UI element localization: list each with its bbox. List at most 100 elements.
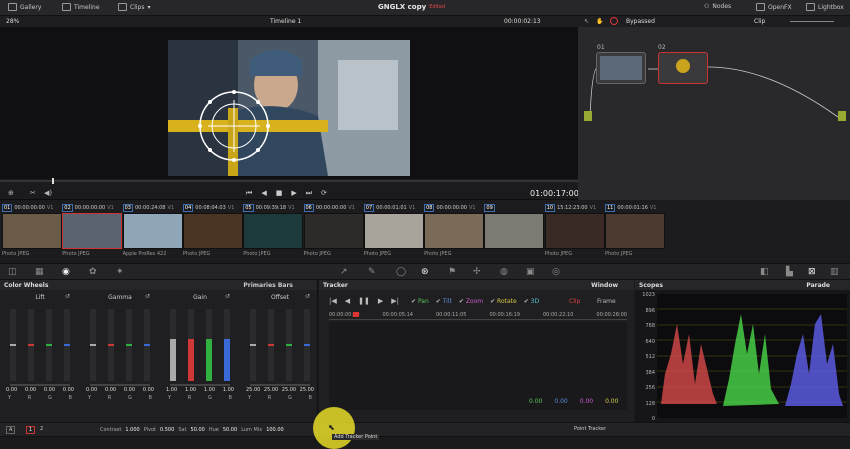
tracker-playhead[interactable] [353, 312, 359, 317]
frame-toggle[interactable]: Frame [597, 298, 616, 305]
nodes-button[interactable]: ⚇ Nodes [704, 3, 731, 10]
speaker-icon[interactable]: ◀) [44, 189, 52, 197]
wheel-offset[interactable]: Offset ↺ 25.00 25.00 25.00 25.00 Y R G B [242, 293, 318, 414]
track-forward-icon[interactable]: ▶ [378, 297, 383, 305]
go-to-end-icon[interactable]: ⏭ [306, 189, 312, 198]
input-node[interactable] [584, 111, 592, 121]
master-slider[interactable] [10, 384, 70, 386]
output-node[interactable] [838, 111, 846, 121]
track-reverse-frame-icon[interactable]: |◀ [329, 297, 337, 305]
scrubber[interactable] [0, 180, 578, 182]
lum-mix-value[interactable]: 100.00 [266, 427, 284, 433]
rotate-checkbox[interactable]: ✔ Rotate [490, 298, 517, 305]
playhead[interactable] [52, 178, 54, 184]
channel-bar[interactable] [46, 309, 52, 381]
reset-icon[interactable]: ↺ [225, 293, 230, 300]
saturation-value[interactable]: 50.00 [191, 427, 205, 433]
stop-icon[interactable]: ■ [276, 189, 283, 198]
reset-icon[interactable]: ↺ [65, 293, 70, 300]
qualifier-icon[interactable]: ✎ [368, 267, 376, 277]
hue-value[interactable]: 50.00 [223, 427, 237, 433]
color-wheels-icon[interactable]: ◉ [62, 267, 70, 277]
blur-icon[interactable]: ✢ [473, 267, 481, 277]
magic-mask-icon[interactable]: ⚑ [448, 267, 456, 277]
tracker-icon[interactable]: ⊛ [421, 267, 429, 277]
curves-icon[interactable]: ↗ [340, 267, 348, 277]
channel-bar[interactable] [170, 309, 176, 381]
wheel-lift[interactable]: Lift ↺ 0.00 0.00 0.00 0.00 Y R G B [2, 293, 78, 414]
master-slider[interactable] [250, 384, 310, 386]
clip-thumbnail[interactable]: 01 00:00:00:00 V1 Photo JPEG [2, 203, 62, 260]
clip-thumbnail[interactable]: 08 00:00:00:00 V1 Photo JPEG [424, 203, 485, 260]
clip-thumbnail[interactable]: 03 00:00:24:08 V1 Apple ProRes 422 [122, 203, 183, 260]
node-01[interactable] [596, 52, 646, 84]
scopes-mode-select[interactable]: Parade [806, 282, 846, 289]
loop-icon[interactable]: ⟳ [321, 189, 327, 198]
channel-bar[interactable] [250, 309, 256, 381]
track-pause-icon[interactable]: ❚❚ [358, 297, 370, 305]
openfx-button[interactable]: OpenFX [756, 3, 792, 11]
3d-icon[interactable]: ◎ [552, 267, 560, 277]
settings-icon[interactable]: ⊕ [8, 189, 14, 197]
channel-bar[interactable] [126, 309, 132, 381]
play-icon[interactable]: ▶ [291, 189, 296, 198]
timeline-button[interactable]: Timeline [62, 3, 100, 11]
primaries-mode-select[interactable]: Primaries Bars [243, 282, 313, 289]
scopes-icon[interactable]: ⊠ [808, 267, 816, 277]
bypass-icon[interactable] [610, 17, 618, 25]
go-to-start-icon[interactable]: ⏮ [246, 189, 252, 198]
channel-bar[interactable] [188, 309, 194, 381]
gallery-button[interactable]: Gallery [8, 3, 41, 11]
page-2-button[interactable]: 2 [38, 426, 45, 432]
page-1-button[interactable]: 1 [26, 426, 36, 434]
reset-icon[interactable]: ↺ [305, 293, 310, 300]
pointer-icon[interactable]: ↖ [584, 18, 589, 25]
metadata-icon[interactable]: ▥ [830, 267, 839, 277]
zoom-slider[interactable] [790, 21, 834, 22]
lightbox-button[interactable]: Lightbox [806, 3, 844, 11]
clip-thumbnail[interactable]: 02 00:00:00:00 V1 Photo JPEG [62, 203, 123, 260]
clips-button[interactable]: Clips ▾ [118, 3, 150, 11]
scissors-icon[interactable]: ✂ [30, 189, 36, 197]
clip-thumbnail[interactable]: 09 [484, 203, 545, 260]
tracker-mode-select[interactable]: Window [591, 282, 630, 289]
wheel-gamma[interactable]: Gamma ↺ 0.00 0.00 0.00 0.00 Y R G B [82, 293, 158, 414]
hand-icon[interactable]: ✋ [596, 18, 603, 25]
channel-bar[interactable] [224, 309, 230, 381]
zoom-level[interactable]: 28% [6, 18, 19, 25]
clip-thumbnail[interactable]: 11 00:00:01:16 V1 Photo JPEG [605, 203, 665, 260]
clip-thumbnail[interactable]: 10 15:12:23:00 V1 Photo JPEG [544, 203, 605, 260]
zoom-checkbox[interactable]: ✔ Zoom [459, 298, 483, 305]
rgb-mixer-icon[interactable]: ✿ [89, 267, 97, 277]
clip-toggle[interactable]: Clip [569, 298, 580, 305]
clip-thumbnail[interactable]: 06 00:00:00:00 V1 Photo JPEG [303, 203, 364, 260]
channel-bar[interactable] [108, 309, 114, 381]
tilt-checkbox[interactable]: ✔ Tilt [436, 298, 452, 305]
track-forward-frame-icon[interactable]: ▶| [391, 297, 399, 305]
point-tracker-select[interactable]: Point Tracker [574, 426, 606, 432]
reset-icon[interactable]: ↺ [145, 293, 150, 300]
channel-bar[interactable] [90, 309, 96, 381]
3d-checkbox[interactable]: ✔ 3D [524, 298, 539, 305]
clip-thumbnail[interactable]: 05 00:09:39:18 V1 Photo JPEG [243, 203, 304, 260]
contrast-value[interactable]: 1.000 [125, 427, 139, 433]
channel-bar[interactable] [206, 309, 212, 381]
motion-effects-icon[interactable]: ✦ [116, 267, 124, 277]
info-icon[interactable]: ◧ [760, 267, 769, 277]
color-match-icon[interactable]: ▦ [35, 267, 44, 277]
window-icon[interactable]: ◯ [396, 267, 406, 277]
channel-bar[interactable] [268, 309, 274, 381]
channel-bar[interactable] [304, 309, 310, 381]
channel-bar[interactable] [64, 309, 70, 381]
reverse-icon[interactable]: ◀ [261, 189, 266, 198]
clip-mode[interactable]: Clip [754, 18, 765, 25]
camera-raw-icon[interactable]: ◫ [8, 267, 17, 277]
node-graph[interactable]: 01 02 [578, 27, 850, 200]
pivot-value[interactable]: 0.500 [160, 427, 174, 433]
keyframes-icon[interactable]: ▙ [786, 267, 793, 277]
clip-thumbnail[interactable]: 04 00:08:04:03 V1 Photo JPEG [182, 203, 243, 260]
pan-checkbox[interactable]: ✔ Pan [411, 298, 429, 305]
auto-balance-button[interactable]: A [6, 426, 16, 434]
channel-bar[interactable] [286, 309, 292, 381]
wheel-gain[interactable]: Gain ↺ 1.00 1.00 1.00 1.00 Y R G B [162, 293, 238, 414]
